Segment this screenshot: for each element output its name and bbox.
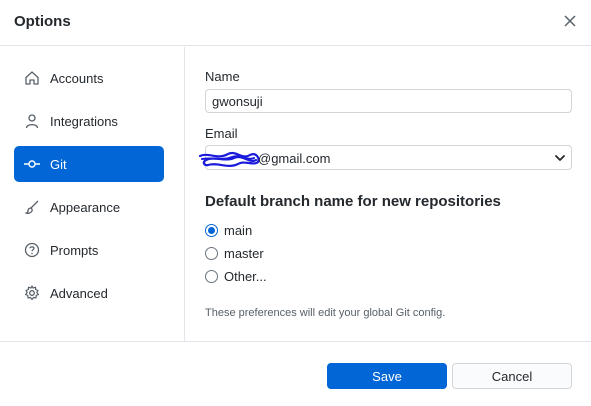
radio-button[interactable] (205, 224, 218, 237)
sidebar-item-label: Integrations (50, 113, 118, 129)
sidebar-item-git[interactable]: Git (14, 146, 164, 182)
sidebar-item-label: Advanced (50, 285, 108, 301)
save-button[interactable]: Save (327, 363, 447, 389)
email-label: Email (205, 126, 238, 141)
radio-button[interactable] (205, 270, 218, 283)
question-icon (23, 241, 41, 259)
sidebar-item-integrations[interactable]: Integrations (14, 103, 164, 139)
email-select[interactable]: @gmail.com (198, 145, 572, 170)
cancel-button[interactable]: Cancel (452, 363, 572, 389)
dialog-header: Options (0, 0, 591, 46)
sidebar-item-label: Git (50, 156, 67, 172)
branch-option-master[interactable]: master (205, 246, 264, 261)
git-commit-icon (23, 155, 41, 173)
sidebar-item-label: Accounts (50, 70, 104, 86)
radio-button[interactable] (205, 247, 218, 260)
home-icon (23, 69, 41, 87)
branch-option-main[interactable]: main (205, 223, 252, 238)
sidebar-item-label: Prompts (50, 242, 99, 258)
sidebar-item-prompts[interactable]: Prompts (14, 232, 164, 268)
person-icon (23, 112, 41, 130)
sidebar-item-appearance[interactable]: Appearance (14, 189, 164, 225)
email-select-value: @gmail.com (258, 151, 331, 166)
chevron-down-icon (555, 155, 565, 161)
dialog-footer: Save Cancel (0, 341, 591, 406)
redaction-scribble (198, 151, 260, 167)
branch-option-other[interactable]: Other... (205, 269, 267, 284)
sidebar-item-label: Appearance (50, 199, 121, 215)
close-button[interactable] (559, 10, 581, 32)
dialog-title: Options (14, 13, 71, 30)
radio-label: master (224, 246, 264, 261)
radio-label: Other... (224, 269, 267, 284)
radio-label: main (224, 223, 253, 238)
paintbrush-icon (23, 198, 41, 216)
sidebar-item-advanced[interactable]: Advanced (14, 275, 164, 311)
sidebar-item-accounts[interactable]: Accounts (14, 60, 164, 96)
gear-icon (23, 284, 41, 302)
close-icon (564, 15, 576, 27)
name-label: Name (205, 69, 240, 84)
sidebar: Accounts Integrations Git Appearance Pro… (0, 47, 185, 341)
name-field[interactable] (205, 89, 572, 113)
branch-section-heading: Default branch name for new repositories (205, 193, 501, 210)
git-config-note: These preferences will edit your global … (205, 307, 446, 319)
